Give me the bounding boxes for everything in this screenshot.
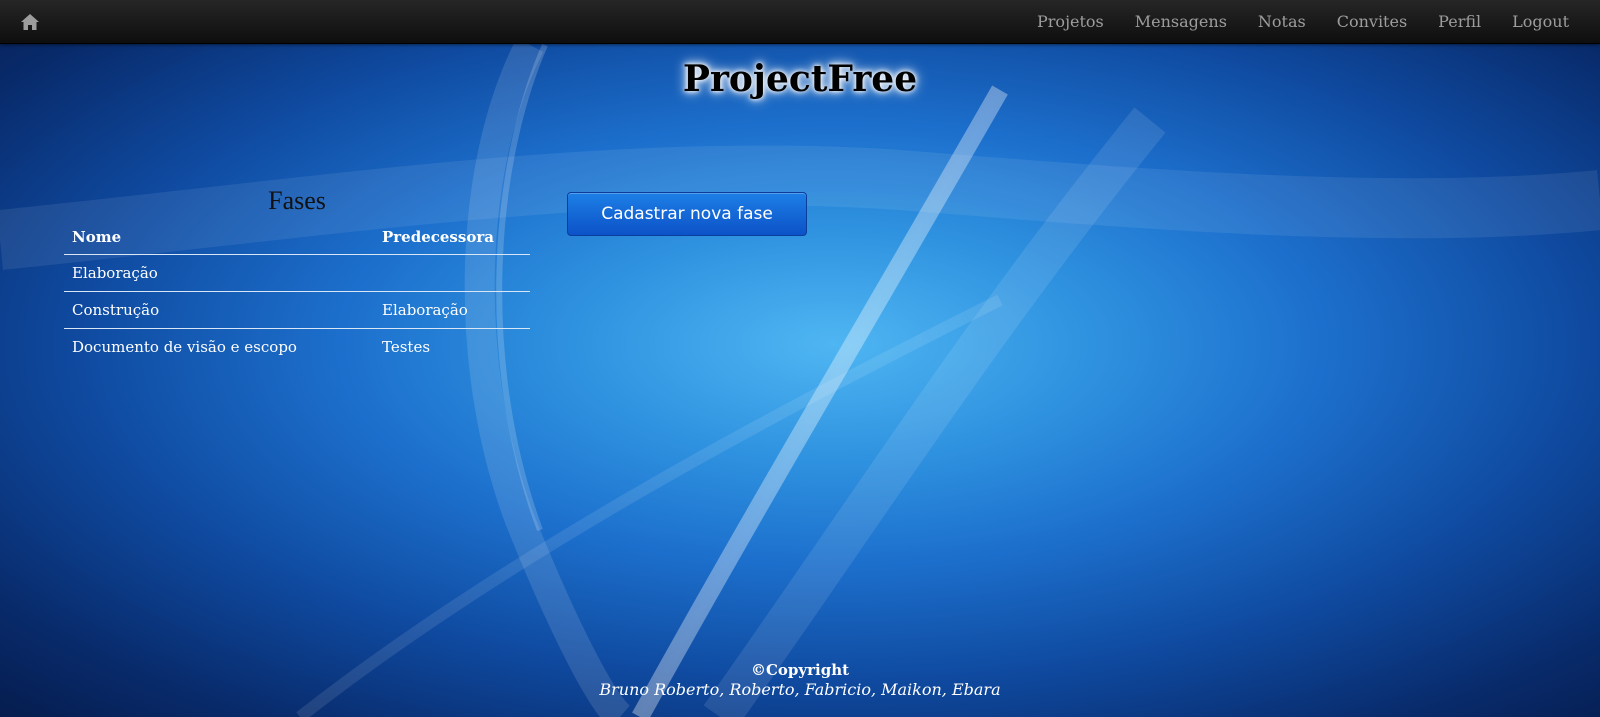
phases-table: Nome Predecessora Elaboração Construção …: [64, 222, 530, 365]
nav-item-notas[interactable]: Notas: [1258, 0, 1306, 44]
phase-name-cell: Construção: [64, 291, 374, 329]
nav-item-perfil[interactable]: Perfil: [1438, 0, 1481, 44]
phase-predecessor-cell: Testes: [374, 328, 530, 365]
phase-predecessor-cell: Elaboração: [374, 291, 530, 329]
nav-item-mensagens[interactable]: Mensagens: [1135, 0, 1227, 44]
phase-predecessor-cell: [374, 255, 530, 292]
new-phase-button[interactable]: Cadastrar nova fase: [567, 192, 807, 236]
table-row: Documento de visão e escopo Testes: [64, 328, 530, 365]
footer: ©Copyright Bruno Roberto, Roberto, Fabri…: [0, 660, 1600, 700]
authors-text: Bruno Roberto, Roberto, Fabricio, Maikon…: [599, 680, 1001, 699]
table-row: Construção Elaboração: [64, 291, 530, 329]
column-header-name: Nome: [64, 222, 374, 255]
nav-menu: Projetos Mensagens Notas Convites Perfil…: [1006, 0, 1569, 44]
phases-heading: Fases: [268, 186, 326, 215]
phases-table-header-row: Nome Predecessora: [64, 222, 530, 255]
phases-section: Fases Nome Predecessora Elaboração Const…: [64, 184, 530, 365]
home-icon[interactable]: [20, 13, 40, 31]
table-row: Elaboração: [64, 255, 530, 292]
phase-name-cell: Elaboração: [72, 263, 158, 282]
page-title: ProjectFree: [682, 58, 918, 100]
nav-item-convites[interactable]: Convites: [1337, 0, 1407, 44]
nav-item-logout[interactable]: Logout: [1512, 0, 1569, 44]
copyright-text: ©Copyright: [750, 661, 850, 679]
phase-name-cell: Documento de visão e escopo: [64, 328, 374, 365]
column-header-predecessor: Predecessora: [374, 222, 530, 255]
nav-item-projetos[interactable]: Projetos: [1037, 0, 1104, 44]
top-navbar: Projetos Mensagens Notas Convites Perfil…: [0, 0, 1600, 44]
